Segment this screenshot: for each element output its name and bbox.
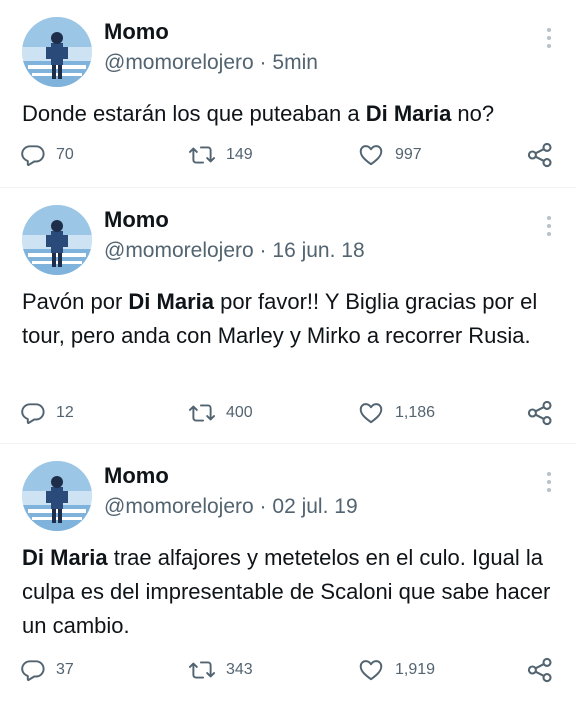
heart-icon [359,660,383,681]
share-button[interactable] [526,398,554,428]
like-button[interactable]: 1,186 [357,398,435,428]
like-count: 1,919 [395,661,436,678]
tweet-text: Di Maria trae alfajores y metetelos en e… [22,541,557,643]
like-button[interactable]: 1,919 [357,655,435,685]
reply-button[interactable]: 37 [20,655,74,685]
timestamp[interactable]: 02 jul. 19 [272,495,357,518]
reply-button[interactable]: 12 [20,398,74,428]
retweet-count: 400 [226,404,253,421]
heart-icon [359,403,383,424]
retweet-button[interactable]: 149 [188,140,253,170]
handle[interactable]: @momorelojero [104,495,254,518]
tweet-text: Donde estarán los que puteaban a Di Mari… [22,97,557,131]
more-options-icon[interactable] [544,216,554,242]
more-options-icon[interactable] [544,28,554,54]
share-button[interactable] [526,140,554,170]
tweet[interactable]: Momo @momorelojero · 5min Donde estarán … [0,0,576,188]
separator: · [259,495,267,518]
avatar[interactable] [22,17,92,87]
separator: · [259,239,267,262]
handle-line: @momorelojero · 5min [104,50,318,76]
heart-icon [359,145,383,166]
reply-icon [21,145,45,167]
more-options-icon[interactable] [544,472,554,498]
share-icon [527,400,552,426]
share-button[interactable] [526,655,554,685]
reply-icon [21,660,45,682]
tweet-actions: 37 343 1,919 [0,655,576,685]
like-count: 1,186 [395,404,436,421]
like-count: 997 [395,146,422,163]
avatar-image [22,17,92,87]
retweet-button[interactable]: 400 [188,398,253,428]
retweet-count: 149 [226,146,253,163]
text-segment: Donde estarán los que puteaban a [22,101,366,126]
retweet-button[interactable]: 343 [188,655,253,685]
highlighted-text: Di Maria [22,545,108,570]
handle[interactable]: @momorelojero [104,51,254,74]
reply-count: 12 [56,404,74,421]
highlighted-text: Di Maria [128,289,214,314]
retweet-icon [188,661,216,679]
display-name[interactable]: Momo [104,207,169,233]
handle-line: @momorelojero · 02 jul. 19 [104,494,358,520]
reply-button[interactable]: 70 [20,140,74,170]
text-segment: Pavón por [22,289,129,314]
share-icon [527,142,552,168]
tweet-feed: Momo @momorelojero · 5min Donde estarán … [0,0,576,703]
timestamp[interactable]: 5min [272,51,318,74]
reply-count: 70 [56,146,74,163]
tweet-actions: 70 149 997 [0,140,576,170]
tweet-actions: 12 400 1,186 [0,398,576,428]
retweet-count: 343 [226,661,253,678]
share-icon [527,657,552,683]
display-name[interactable]: Momo [104,19,169,45]
separator: · [259,51,267,74]
avatar[interactable] [22,205,92,275]
timestamp[interactable]: 16 jun. 18 [272,239,364,262]
tweet-text: Pavón por Di Maria por favor!! Y Biglia … [22,285,557,353]
handle-line: @momorelojero · 16 jun. 18 [104,238,365,264]
reply-count: 37 [56,661,74,678]
tweet[interactable]: Momo @momorelojero · 16 jun. 18 Pavón po… [0,188,576,444]
handle[interactable]: @momorelojero [104,239,254,262]
retweet-icon [188,146,216,164]
retweet-icon [188,404,216,422]
avatar[interactable] [22,461,92,531]
display-name[interactable]: Momo [104,463,169,489]
reply-icon [21,403,45,425]
tweet[interactable]: Momo @momorelojero · 02 jul. 19 Di Maria… [0,444,576,703]
avatar-image [22,461,92,531]
avatar-image [22,205,92,275]
like-button[interactable]: 997 [357,140,422,170]
highlighted-text: Di Maria [365,101,452,126]
text-segment: no? [451,101,495,126]
